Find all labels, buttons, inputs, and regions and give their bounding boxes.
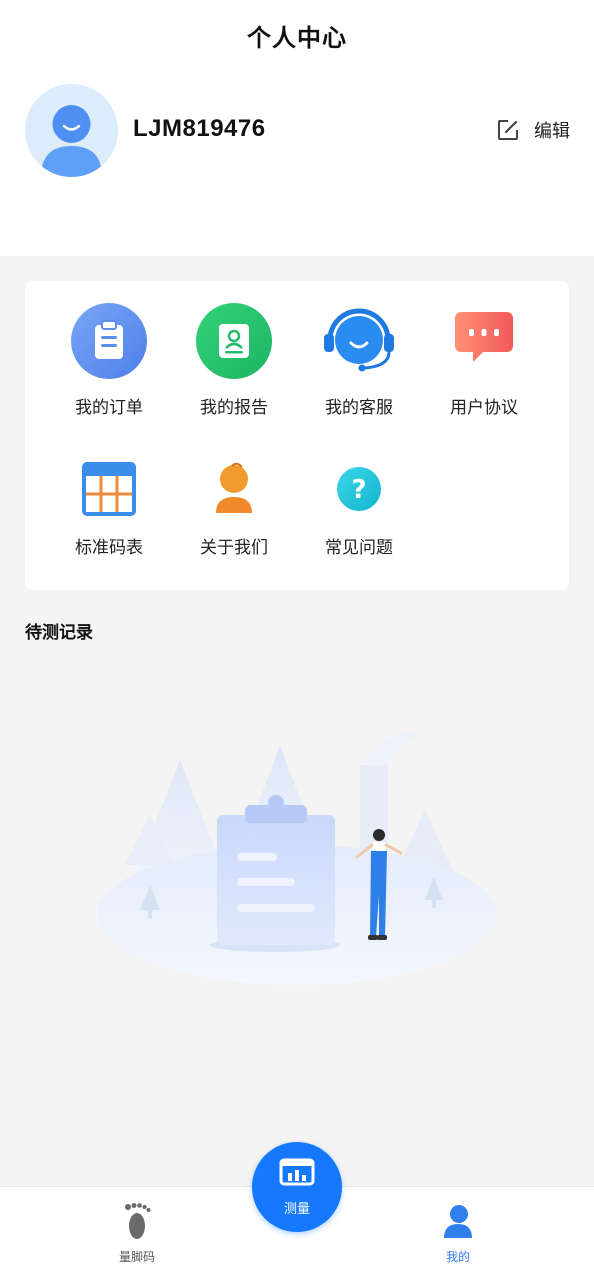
menu-label: 我的客服 xyxy=(325,398,393,418)
menu-item-user-agreement[interactable]: 用户协议 xyxy=(421,302,547,418)
footprint-icon xyxy=(77,1201,197,1241)
menu-label: 我的订单 xyxy=(75,398,143,418)
measure-icon xyxy=(252,1158,342,1190)
menu-label: 我的报告 xyxy=(200,398,268,418)
pending-records-title: 待测记录 xyxy=(25,623,93,643)
edit-label: 编辑 xyxy=(534,121,570,142)
tab-label: 量脚码 xyxy=(118,1250,155,1264)
username: LJM819476 xyxy=(133,115,266,142)
menu-item-size-table[interactable]: 标准码表 xyxy=(46,457,172,558)
profile-header: 个人中心 LJM819476 编辑 xyxy=(0,0,594,256)
menu-label: 标准码表 xyxy=(75,538,143,558)
edit-icon xyxy=(496,118,520,142)
menu-label: 关于我们 xyxy=(200,538,268,558)
question-icon: ? xyxy=(320,457,398,521)
tab-foot-size[interactable]: 量脚码 xyxy=(77,1201,197,1265)
menu-item-reports[interactable]: 我的报告 xyxy=(171,302,297,418)
chat-bubble-icon xyxy=(445,302,523,380)
tab-label: 我的 xyxy=(445,1250,470,1264)
report-icon xyxy=(195,302,273,380)
measure-label: 测量 xyxy=(283,1202,310,1217)
order-clipboard-icon xyxy=(70,302,148,380)
menu-grid: 我的订单 我的报告 我的客服 用户协议 标准码表 关于我们 ? 常见问题 xyxy=(25,281,569,590)
menu-label: 用户协议 xyxy=(450,398,518,418)
empty-clipboard-illustration xyxy=(95,725,499,995)
menu-item-customer-service[interactable]: 我的客服 xyxy=(296,302,422,418)
customer-service-headset-icon xyxy=(320,302,398,380)
page-title: 个人中心 xyxy=(247,24,347,52)
menu-item-faq[interactable]: ? 常见问题 xyxy=(296,457,422,558)
menu-item-about-us[interactable]: 关于我们 xyxy=(171,457,297,558)
tab-mine[interactable]: 我的 xyxy=(398,1201,518,1265)
measure-button[interactable]: 测量 xyxy=(252,1142,342,1232)
user-avatar-icon[interactable] xyxy=(25,84,118,177)
edit-profile-button[interactable]: 编辑 xyxy=(496,117,570,143)
profile-icon xyxy=(398,1201,518,1241)
svg-text:?: ? xyxy=(351,475,366,505)
size-table-icon xyxy=(70,457,148,521)
about-person-icon xyxy=(195,457,273,521)
menu-item-orders[interactable]: 我的订单 xyxy=(46,302,172,418)
menu-label: 常见问题 xyxy=(325,538,393,558)
